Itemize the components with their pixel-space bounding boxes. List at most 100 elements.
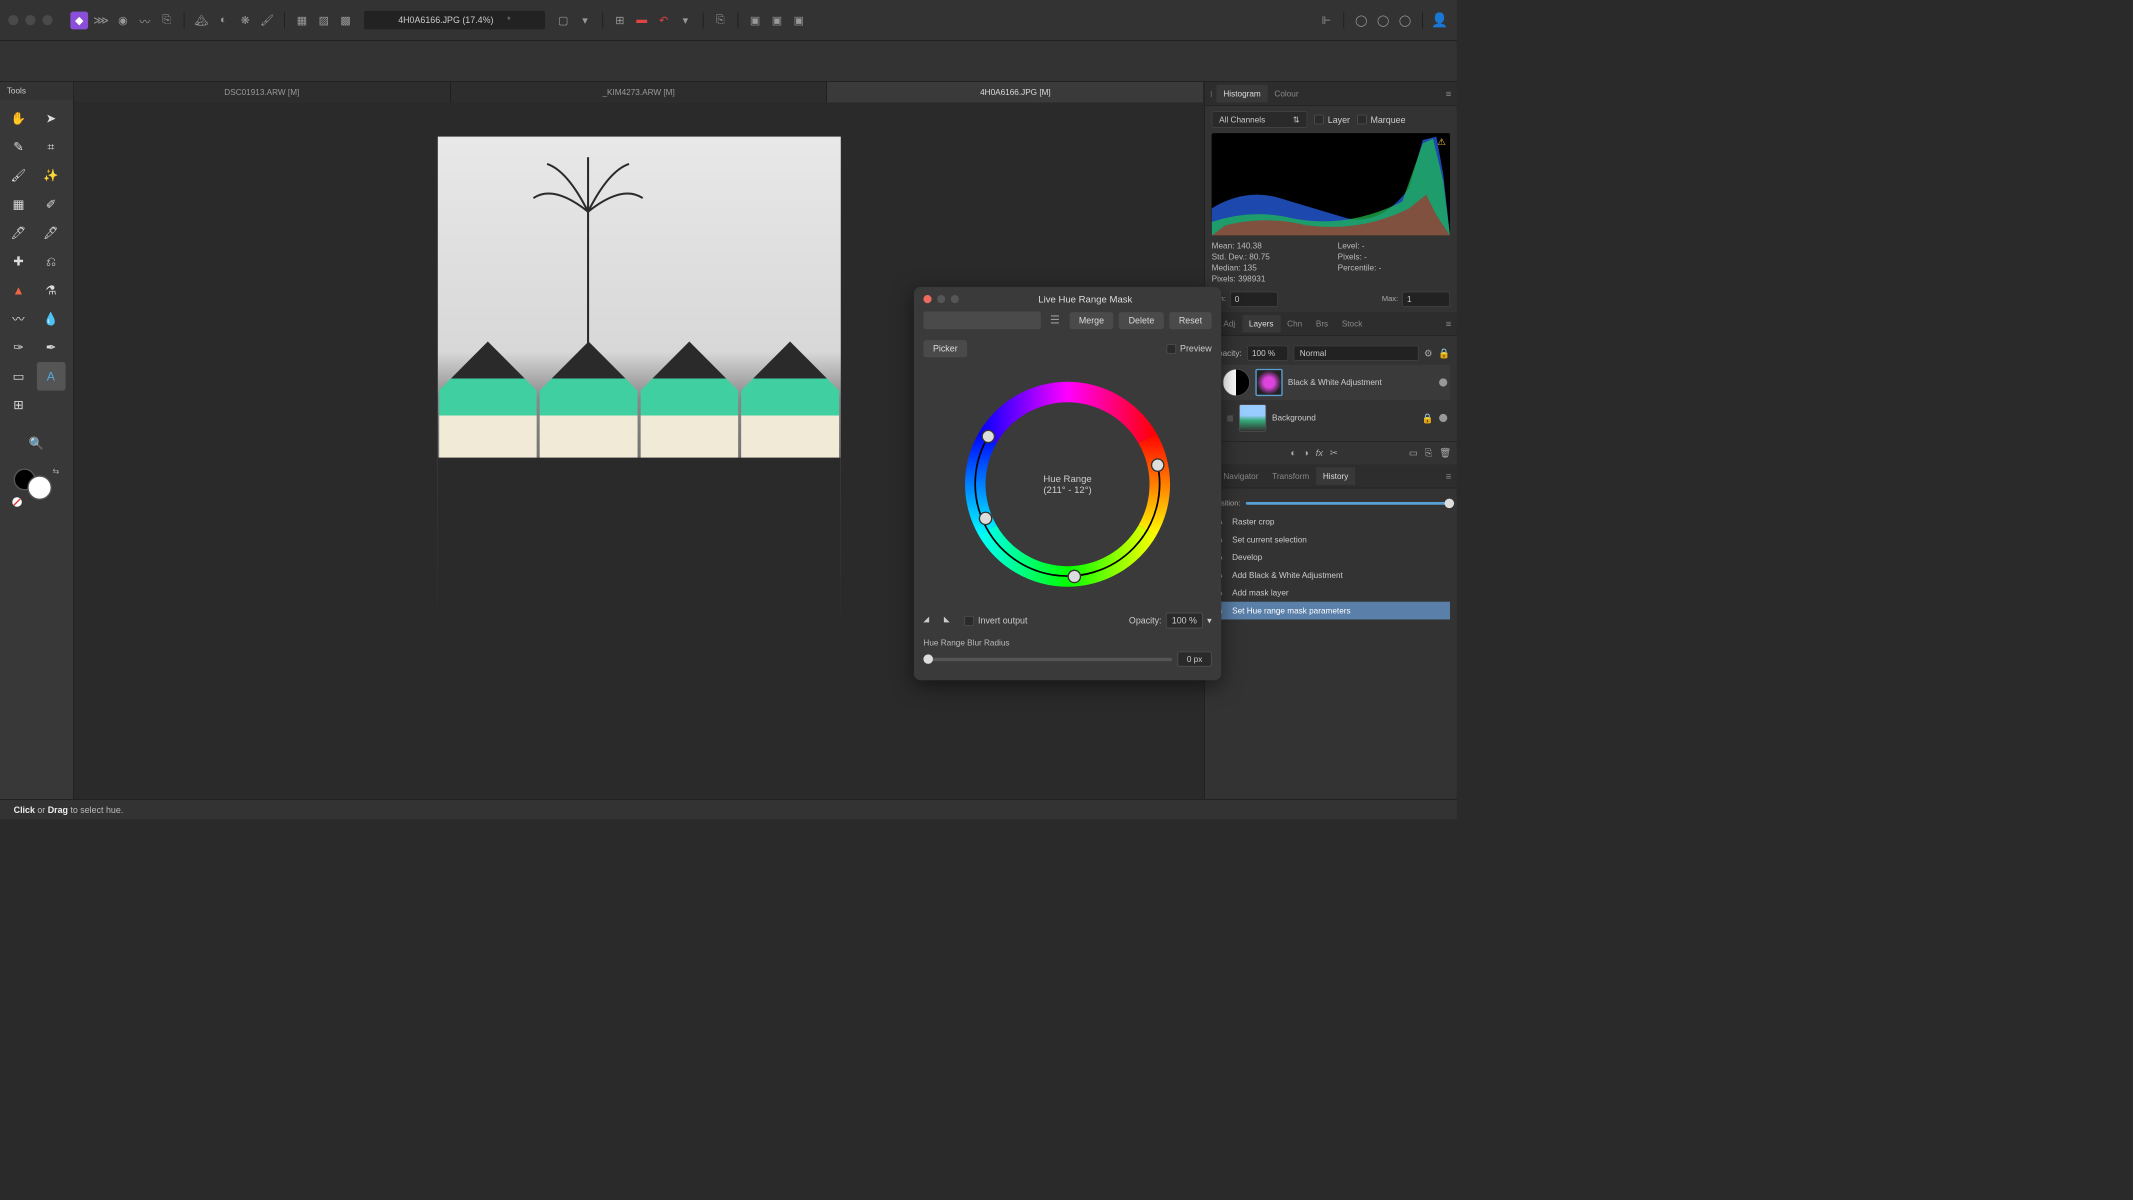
opacity-value[interactable]: 100 % <box>1166 613 1203 629</box>
picker-button[interactable]: Picker <box>923 340 967 357</box>
wand-tool-icon[interactable]: ✨ <box>37 161 66 190</box>
mesh-tool-icon[interactable]: ⊞ <box>4 391 33 420</box>
paint-tool-icon[interactable]: 🖌 <box>4 161 33 190</box>
square-icon[interactable]: ▢ <box>554 11 572 29</box>
brush2-tool-icon[interactable]: 🖊 <box>4 219 33 248</box>
canvas-image[interactable] <box>437 137 840 615</box>
marquee-tool-icon[interactable]: ▦ <box>4 190 33 219</box>
circle3-icon[interactable]: ◯ <box>1396 11 1414 29</box>
min-input[interactable] <box>1230 292 1278 307</box>
lock-icon[interactable]: 🔒 <box>1438 347 1450 359</box>
history-item[interactable]: ✎Add Black & White Adjustment <box>1212 566 1450 584</box>
panel-menu-icon[interactable]: ≡ <box>1446 88 1452 99</box>
marquee-checkbox[interactable]: Marquee <box>1357 114 1406 124</box>
tab-layers[interactable]: Layers <box>1242 315 1280 333</box>
tab-colour[interactable]: Colour <box>1268 85 1306 103</box>
link-icon[interactable]: ⎘ <box>711 11 729 29</box>
duplicate-icon[interactable]: ⎘ <box>1425 447 1433 459</box>
panel-menu-icon[interactable]: ≡ <box>1446 471 1452 482</box>
zoom-tool-icon[interactable]: 🔍 <box>22 429 51 458</box>
layer-row[interactable]: › Black & White Adjustment <box>1212 365 1450 401</box>
invert-output-checkbox[interactable]: Invert output <box>964 615 1027 625</box>
blur-value[interactable]: 0 px <box>1177 652 1211 667</box>
history-item[interactable]: ✎Set current selection <box>1212 531 1450 549</box>
tab-brs[interactable]: Brs <box>1309 315 1335 333</box>
max-input[interactable] <box>1402 292 1450 307</box>
move-tool-icon[interactable]: ➤ <box>37 104 66 133</box>
position-slider[interactable] <box>1246 502 1450 505</box>
brush-icon[interactable]: 🖌 <box>258 11 276 29</box>
pen-tool-icon[interactable]: ✒ <box>37 333 66 362</box>
layer-checkbox[interactable]: Layer <box>1314 114 1350 124</box>
flask-tool-icon[interactable]: ⚗ <box>37 276 66 305</box>
gear-icon[interactable]: ⚙ <box>1424 347 1433 359</box>
persona-liquify-icon[interactable]: ⋙ <box>92 11 110 29</box>
history-item[interactable]: ✎Develop <box>1212 548 1450 566</box>
panel-menu-icon[interactable]: ≡ <box>1446 318 1452 329</box>
align-icon[interactable]: ⊞ <box>611 11 629 29</box>
foreground-color-swatch[interactable] <box>27 475 52 500</box>
smudge-tool-icon[interactable]: 〰 <box>4 305 33 334</box>
tab-stock[interactable]: Stock <box>1335 315 1369 333</box>
triangle-white-icon[interactable]: ◣ <box>944 614 958 626</box>
preview-checkbox[interactable]: Preview <box>1166 344 1211 354</box>
history-item[interactable]: ✎Add mask layer <box>1212 584 1450 602</box>
lock-icon[interactable]: 🔒 <box>1422 412 1434 424</box>
layer-thumb-image[interactable] <box>1239 404 1266 431</box>
persona-develop-icon[interactable]: ◉ <box>114 11 132 29</box>
red-flag-icon[interactable]: ▬ <box>633 11 651 29</box>
layer3-icon[interactable]: ▣ <box>790 11 808 29</box>
doc-tab[interactable]: 4H0A6166.JPG [M] <box>827 82 1204 102</box>
merge-button[interactable]: Merge <box>1069 312 1113 329</box>
burn-tool-icon[interactable]: ▲ <box>4 276 33 305</box>
preset-dropdown[interactable] <box>923 311 1040 329</box>
reset-button[interactable]: Reset <box>1169 312 1211 329</box>
snap-icon[interactable]: ⊩ <box>1318 11 1336 29</box>
tab-chn[interactable]: Chn <box>1280 315 1309 333</box>
dialog-traffic-lights[interactable] <box>923 295 959 303</box>
adjustment-icon[interactable]: ◐ <box>1290 447 1296 459</box>
chevron-down-icon[interactable]: ▾ <box>1207 615 1211 626</box>
fx-text-icon[interactable]: fx <box>1316 447 1323 459</box>
window-traffic-lights[interactable] <box>8 15 52 25</box>
blur-tool-icon[interactable]: 💧 <box>37 305 66 334</box>
layer-thumb-bw[interactable] <box>1222 369 1249 396</box>
contrast-icon[interactable]: ◐ <box>214 11 232 29</box>
tab-history[interactable]: History <box>1316 467 1355 485</box>
circle2-icon[interactable]: ◯ <box>1374 11 1392 29</box>
user-icon[interactable]: 👤 <box>1431 11 1449 29</box>
clone-tool-icon[interactable]: ⎌ <box>37 247 66 276</box>
maximize-icon[interactable] <box>951 295 959 303</box>
color-swatches[interactable]: ⇆ <box>0 463 73 504</box>
menu-icon[interactable]: ☰ <box>1046 311 1064 329</box>
minimize-icon[interactable] <box>937 295 945 303</box>
history-item[interactable]: ✎Raster crop <box>1212 513 1450 531</box>
opacity-field[interactable]: 100 % <box>1247 346 1288 361</box>
history-item[interactable]: ✎Set Hue range mask parameters <box>1212 602 1450 620</box>
panel-handle-icon[interactable]: || <box>1210 90 1211 98</box>
brush3-tool-icon[interactable]: 🖋 <box>37 219 66 248</box>
layer-visibility-icon[interactable] <box>1439 378 1447 386</box>
swap-colors-icon[interactable]: ⇆ <box>53 466 60 476</box>
tab-histogram[interactable]: Histogram <box>1217 85 1268 103</box>
chevron-down-icon[interactable]: ▾ <box>677 11 695 29</box>
circle1-icon[interactable]: ◯ <box>1352 11 1370 29</box>
freehand-tool-icon[interactable]: ✐ <box>37 190 66 219</box>
channels-dropdown[interactable]: All Channels⇅ <box>1212 111 1308 127</box>
layer1-icon[interactable]: ▣ <box>746 11 764 29</box>
doc-tab[interactable]: DSC01913.ARW [M] <box>74 82 451 102</box>
close-icon[interactable] <box>923 295 931 303</box>
delete-button[interactable]: Delete <box>1119 312 1164 329</box>
persona-tone-icon[interactable]: 〰 <box>136 11 154 29</box>
group-icon[interactable]: ▭ <box>1409 447 1418 459</box>
chevron-down-icon[interactable]: ▾ <box>576 11 594 29</box>
layer-thumb-mask[interactable] <box>1255 369 1282 396</box>
blend-mode-dropdown[interactable]: Normal <box>1294 346 1419 361</box>
grid-cross-icon[interactable]: ▨ <box>315 11 333 29</box>
layer2-icon[interactable]: ▣ <box>768 11 786 29</box>
tab-transform[interactable]: Transform <box>1265 467 1316 485</box>
grid-dashed-icon[interactable]: ▦ <box>293 11 311 29</box>
triangle-black-icon[interactable]: ◢ <box>923 614 937 626</box>
crop-icon[interactable]: ✂ <box>1330 447 1338 459</box>
grid-solid-icon[interactable]: ▩ <box>337 11 355 29</box>
